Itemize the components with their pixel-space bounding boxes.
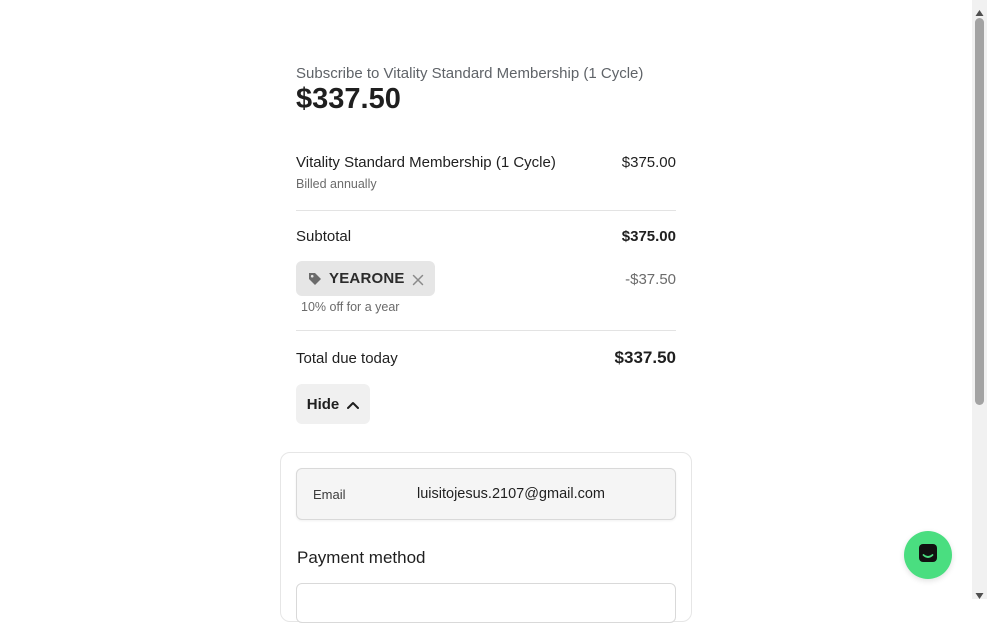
email-label: Email bbox=[313, 487, 346, 502]
promo-code: YEARONE bbox=[329, 270, 405, 287]
checkout-subtitle: Subscribe to Vitality Standard Membershi… bbox=[296, 65, 644, 82]
chat-launcher-button[interactable] bbox=[904, 531, 952, 579]
chevron-up-icon bbox=[347, 396, 360, 413]
remove-promo-close-icon[interactable] bbox=[412, 273, 424, 285]
hide-details-label: Hide bbox=[306, 395, 340, 413]
divider bbox=[296, 330, 676, 331]
line-item-name: Vitality Standard Membership (1 Cycle) bbox=[296, 154, 556, 171]
subtotal-value: $375.00 bbox=[621, 228, 676, 245]
total-due-label: Total due today bbox=[296, 350, 398, 367]
chat-icon bbox=[917, 542, 939, 569]
promo-code-chip: YEARONE bbox=[296, 261, 435, 296]
total-due-value: $337.50 bbox=[614, 348, 676, 367]
email-value[interactable]: luisitojesus.2107@gmail.com bbox=[417, 486, 605, 502]
scrollbar-thumb[interactable] bbox=[975, 18, 984, 405]
hide-details-button[interactable]: Hide bbox=[296, 384, 370, 424]
scroll-down-arrow-icon[interactable] bbox=[975, 587, 984, 599]
line-item-billing: Billed annually bbox=[296, 177, 377, 191]
promo-discount-value: -$37.50 bbox=[625, 271, 676, 288]
checkout-total-amount: $337.50 bbox=[296, 83, 401, 115]
payment-method-heading: Payment method bbox=[297, 548, 426, 567]
line-item-price: $375.00 bbox=[621, 154, 676, 171]
scroll-up-arrow-icon[interactable] bbox=[975, 4, 984, 16]
tag-icon bbox=[308, 272, 322, 286]
divider bbox=[296, 210, 676, 211]
subtotal-label: Subtotal bbox=[296, 228, 352, 245]
payment-method-field[interactable] bbox=[296, 583, 676, 623]
promo-description: 10% off for a year bbox=[301, 300, 400, 314]
